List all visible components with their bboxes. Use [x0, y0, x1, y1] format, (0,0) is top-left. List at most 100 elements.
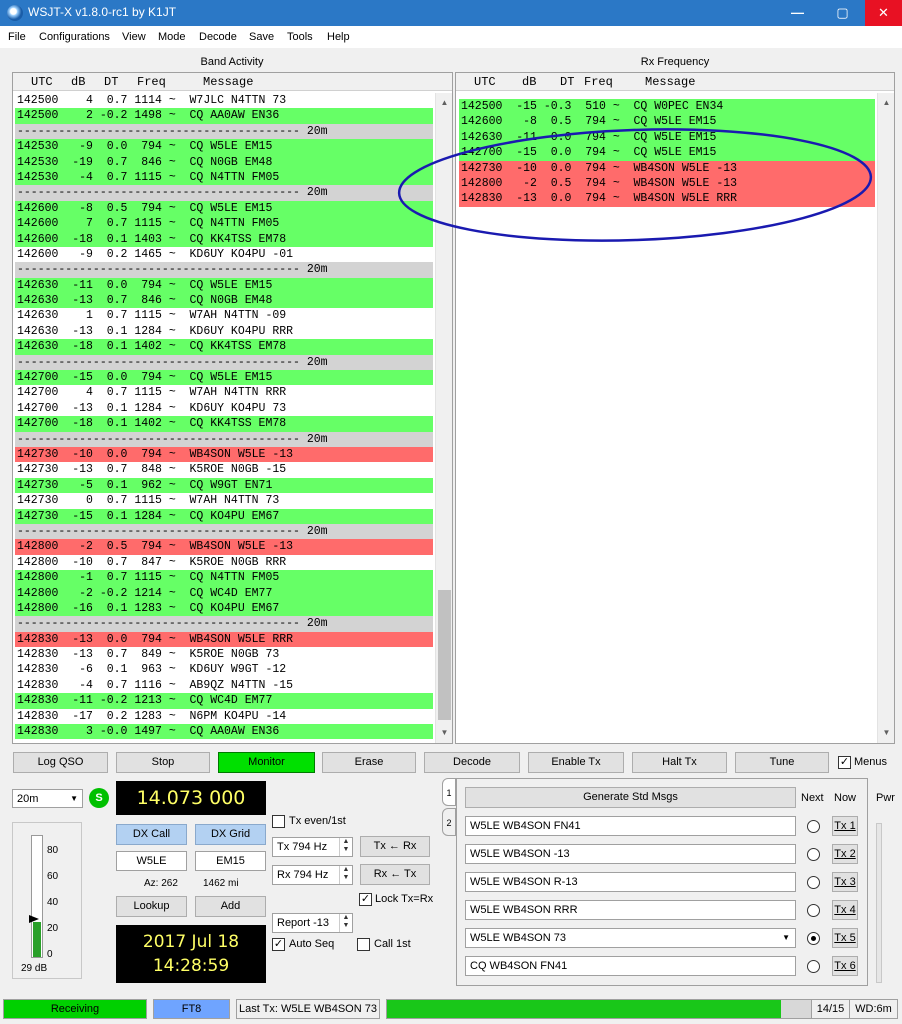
tab-2[interactable]: 2 — [442, 808, 456, 836]
tx3-now-button[interactable]: Tx 3 — [832, 872, 858, 892]
band-select[interactable]: 20m ▼ — [12, 789, 83, 808]
decode-row[interactable]: 142530 -19 0.7 846 ~ CQ N0GB EM48 — [15, 154, 433, 170]
decode-row[interactable]: 142700 4 0.7 1115 ~ W7AH N4TTN RRR — [15, 385, 433, 400]
tx5-message-input[interactable]: W5LE WB4SON 73 ▼ — [465, 928, 796, 948]
tx2-next-radio[interactable] — [807, 848, 820, 861]
tune-button[interactable]: Tune — [735, 752, 829, 773]
tx1-now-button[interactable]: Tx 1 — [832, 816, 858, 836]
log-qso-button[interactable]: Log QSO — [13, 752, 108, 773]
menu-decode[interactable]: Decode — [199, 31, 237, 43]
pwr-slider[interactable] — [876, 823, 882, 983]
decode-row[interactable]: 142800 -1 0.7 1115 ~ CQ N4TTN FM05 — [15, 570, 433, 586]
decode-row[interactable]: 142600 -9 0.2 1465 ~ KD6UY KO4PU -01 — [15, 247, 433, 262]
tx6-now-button[interactable]: Tx 6 — [832, 956, 858, 976]
tx6-next-radio[interactable] — [807, 960, 820, 973]
decode-row[interactable]: 142830 3 -0.0 1497 ~ CQ AA0AW EN36 — [15, 724, 433, 740]
menu-configurations[interactable]: Configurations — [39, 31, 110, 43]
decode-row[interactable]: 142530 -4 0.7 1115 ~ CQ N4TTN FM05 — [15, 169, 433, 186]
auto-seq-checkbox[interactable]: ✓ — [272, 938, 285, 951]
tx-even-checkbox[interactable] — [272, 815, 285, 828]
band-activity-list[interactable]: 142500 4 0.7 1114 ~ W7JLC N4TTN 73 142500… — [15, 93, 433, 741]
report-spinbox[interactable]: Report -13 ▲ ▼ — [272, 913, 353, 933]
band-activity-pane[interactable]: UTC dB DT Freq Message 142500 4 0.7 1114… — [12, 72, 453, 744]
tx4-next-radio[interactable] — [807, 904, 820, 917]
decode-row[interactable]: 142500 -15 -0.3 510 ~ CQ W0PEC EN34 — [459, 99, 875, 115]
decode-row[interactable]: 142830 -11 -0.2 1213 ~ CQ WC4D EM77 — [15, 693, 433, 709]
decode-row[interactable]: 142600 -18 0.1 1403 ~ CQ KK4TSS EM78 — [15, 231, 433, 247]
monitor-button[interactable]: Monitor — [218, 752, 315, 773]
decode-row[interactable]: 142730 -15 0.1 1284 ~ CQ KO4PU EM67 — [15, 508, 433, 524]
decode-row[interactable]: 142730 -10 0.0 794 ~ WB4SON W5LE -13 — [15, 446, 433, 463]
menu-tools[interactable]: Tools — [287, 31, 313, 43]
decode-row[interactable]: 142530 -9 0.0 794 ~ CQ W5LE EM15 — [15, 139, 433, 155]
decode-row[interactable]: 142700 -13 0.1 1284 ~ KD6UY KO4PU 73 — [15, 401, 433, 416]
scroll-down-icon[interactable]: ▼ — [436, 725, 453, 741]
scroll-up-icon[interactable]: ▲ — [878, 95, 895, 111]
decode-row[interactable]: 142800 -2 -0.2 1214 ~ CQ WC4D EM77 — [15, 585, 433, 601]
decode-button[interactable]: Decode — [424, 752, 520, 773]
decode-row[interactable]: 142730 -5 0.1 962 ~ CQ W9GT EN71 — [15, 477, 433, 494]
enable-tx-button[interactable]: Enable Tx — [528, 752, 624, 773]
stop-button[interactable]: Stop — [116, 752, 210, 773]
decode-row[interactable]: 142700 -18 0.1 1402 ~ CQ KK4TSS EM78 — [15, 416, 433, 432]
decode-row[interactable]: 142630 -13 0.1 1284 ~ KD6UY KO4PU RRR — [15, 324, 433, 339]
rx-from-tx-button[interactable]: Rx ← Tx — [360, 864, 430, 885]
decode-row[interactable]: 142830 -17 0.2 1283 ~ N6PM KO4PU -14 — [15, 709, 433, 724]
tx-freq-spinbox[interactable]: Tx 794 Hz ▲ ▼ — [272, 837, 353, 857]
menu-file[interactable]: File — [8, 31, 26, 43]
maximize-button[interactable]: ▢ — [820, 0, 865, 26]
scroll-up-icon[interactable]: ▲ — [436, 95, 453, 111]
tx2-message-input[interactable]: W5LE WB4SON -13 — [465, 844, 796, 864]
decode-row[interactable]: 142630 -13 0.7 846 ~ CQ N0GB EM48 — [15, 293, 433, 309]
tx5-now-button[interactable]: Tx 5 — [832, 928, 858, 948]
menu-view[interactable]: View — [122, 31, 146, 43]
halt-tx-button[interactable]: Halt Tx — [632, 752, 727, 773]
decode-row[interactable]: 142800 -2 0.5 794 ~ WB4SON W5LE -13 — [15, 539, 433, 555]
menus-checkbox[interactable]: ✓ — [838, 756, 851, 769]
decode-row[interactable]: 142500 4 0.7 1114 ~ W7JLC N4TTN 73 — [15, 93, 433, 108]
close-button[interactable]: ✕ — [865, 0, 902, 26]
lookup-button[interactable]: Lookup — [116, 896, 187, 917]
erase-button[interactable]: Erase — [322, 752, 416, 773]
menu-help[interactable]: Help — [327, 31, 350, 43]
dx-call-button[interactable]: DX Call — [116, 824, 187, 845]
tx3-message-input[interactable]: W5LE WB4SON R-13 — [465, 872, 796, 892]
decode-row[interactable]: 142730 0 0.7 1115 ~ W7AH N4TTN 73 — [15, 493, 433, 508]
decode-row[interactable]: 142630 1 0.7 1115 ~ W7AH N4TTN -09 — [15, 308, 433, 323]
scroll-down-icon[interactable]: ▼ — [878, 725, 895, 741]
add-button[interactable]: Add — [195, 896, 266, 917]
decode-row[interactable]: 142600 -8 0.5 794 ~ CQ W5LE EM15 — [15, 200, 433, 217]
decode-row[interactable]: 142800 -10 0.7 847 ~ K5ROE N0GB RRR — [15, 555, 433, 570]
tx-from-rx-button[interactable]: Tx ← Rx — [360, 836, 430, 857]
tx6-message-input[interactable]: CQ WB4SON FN41 — [465, 956, 796, 976]
scroll-thumb[interactable] — [438, 590, 451, 720]
tx3-next-radio[interactable] — [807, 876, 820, 889]
decode-row[interactable]: 142830 -4 0.7 1116 ~ AB9QZ N4TTN -15 — [15, 678, 433, 693]
menu-save[interactable]: Save — [249, 31, 274, 43]
tx5-next-radio[interactable] — [807, 932, 820, 945]
lock-tx-rx-checkbox[interactable]: ✓ — [359, 893, 372, 906]
tx1-next-radio[interactable] — [807, 820, 820, 833]
decode-row[interactable]: 142630 -11 0.0 794 ~ CQ W5LE EM15 — [15, 277, 433, 294]
spin-arrows-icon[interactable]: ▲ ▼ — [339, 866, 352, 884]
tx1-message-input[interactable]: W5LE WB4SON FN41 — [465, 816, 796, 836]
decode-row[interactable]: 142730 -13 0.7 848 ~ K5ROE N0GB -15 — [15, 462, 433, 477]
tx2-now-button[interactable]: Tx 2 — [832, 844, 858, 864]
decode-row[interactable]: 142600 7 0.7 1115 ~ CQ N4TTN FM05 — [15, 216, 433, 232]
spin-arrows-icon[interactable]: ▲ ▼ — [339, 914, 352, 932]
call-1st-checkbox[interactable] — [357, 938, 370, 951]
tx4-now-button[interactable]: Tx 4 — [832, 900, 858, 920]
decode-row[interactable]: 142830 -6 0.1 963 ~ KD6UY W9GT -12 — [15, 662, 433, 677]
dx-grid-input[interactable]: EM15 — [195, 851, 266, 871]
tab-1[interactable]: 1 — [442, 778, 456, 806]
dx-call-input[interactable]: W5LE — [116, 851, 187, 871]
minimize-button[interactable]: — — [775, 0, 820, 26]
tx4-message-input[interactable]: W5LE WB4SON RRR — [465, 900, 796, 920]
decode-row[interactable]: 142830 -13 0.0 794 ~ WB4SON W5LE RRR — [15, 631, 433, 648]
decode-row[interactable]: 142700 -15 0.0 794 ~ CQ W5LE EM15 — [15, 370, 433, 386]
menu-mode[interactable]: Mode — [158, 31, 186, 43]
decode-row[interactable]: 142500 2 -0.2 1498 ~ CQ AA0AW EN36 — [15, 108, 433, 124]
decode-row[interactable]: 142630 -18 0.1 1402 ~ CQ KK4TSS EM78 — [15, 339, 433, 355]
spin-arrows-icon[interactable]: ▲ ▼ — [339, 838, 352, 856]
decode-row[interactable]: 142800 -16 0.1 1283 ~ CQ KO4PU EM67 — [15, 600, 433, 617]
